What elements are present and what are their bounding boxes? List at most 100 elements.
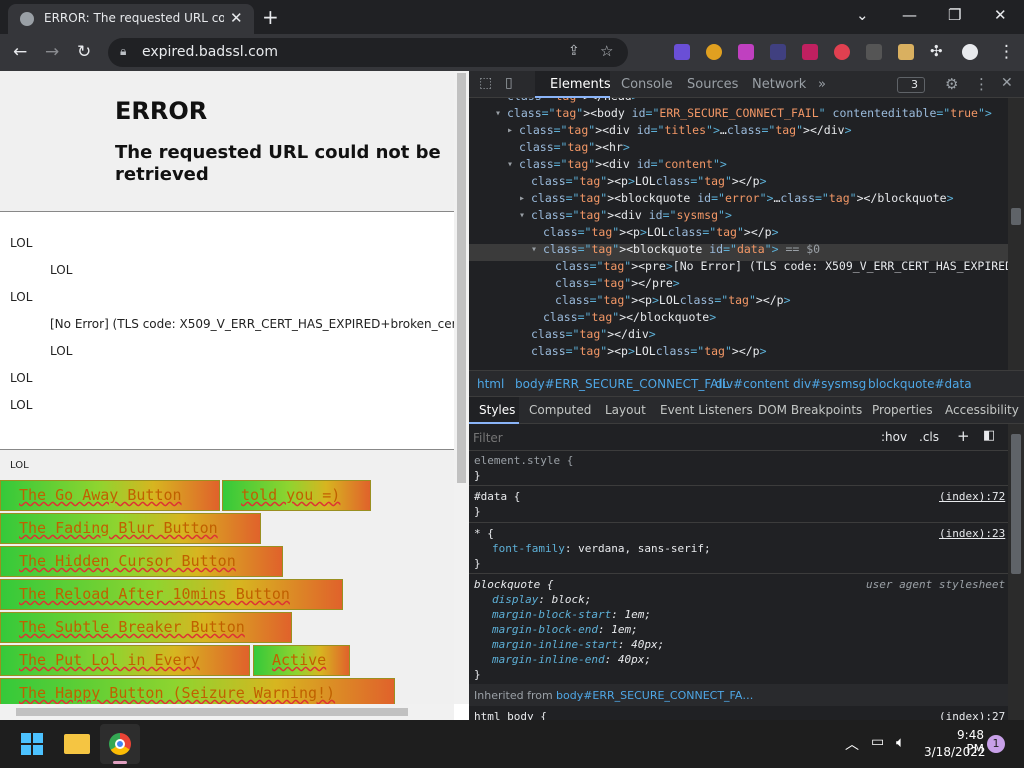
tab-close-icon[interactable]: ✕ — [230, 9, 243, 27]
dom-node-line[interactable]: ▾ class="tag"><div id="sysmsg"> — [519, 207, 732, 224]
extension-icon[interactable] — [770, 44, 786, 60]
expand-triangle-icon[interactable]: ▾ — [507, 156, 513, 173]
css-declaration[interactable]: margin-block-end: 1em; — [492, 622, 638, 637]
fading-blur-button[interactable]: The Fading Blur Button — [0, 513, 261, 544]
dom-node-line[interactable]: class="tag"></div> — [531, 326, 656, 343]
scrollbar-thumb[interactable] — [1011, 434, 1021, 574]
device-toolbar-icon[interactable]: ▯ — [505, 75, 513, 91]
told-you-button[interactable]: told you =) — [222, 480, 371, 511]
tab-accessibility[interactable]: Accessibility — [945, 403, 1019, 417]
close-window-button[interactable]: ✕ — [994, 6, 1007, 24]
extension-icon[interactable] — [738, 44, 754, 60]
styles-scrollbar[interactable] — [1008, 424, 1024, 720]
styles-filter-input[interactable] — [473, 428, 869, 447]
puzzle-icon[interactable]: ✣ — [930, 42, 943, 60]
scrollbar-thumb[interactable] — [16, 708, 408, 716]
data-rule-selector[interactable]: #data { — [474, 489, 520, 504]
close-devtools-icon[interactable]: ✕ — [1001, 75, 1013, 91]
show-hidden-icons-chevron[interactable]: ︿ — [845, 734, 859, 754]
tab-console[interactable]: Console — [621, 77, 673, 92]
breadcrumb-data[interactable]: blockquote#data — [868, 377, 972, 391]
breadcrumb-sysmsg[interactable]: div#sysmsg — [793, 377, 866, 391]
star-rule-source-link[interactable]: (index):23 — [939, 526, 1005, 541]
dom-node-line[interactable]: class="tag"><p>LOLclass="tag"></p> — [531, 343, 767, 360]
breadcrumb-body[interactable]: body#ERR_SECURE_CONNECT_FAIL — [515, 377, 729, 391]
page-horizontal-scrollbar[interactable] — [0, 704, 454, 720]
dom-node-line[interactable]: ▸ class="tag"><div id="titles">…class="ta… — [507, 122, 852, 139]
toggle-sidebar-icon[interactable]: ◧ — [983, 428, 995, 443]
windows-start-icon[interactable] — [21, 733, 43, 755]
html-body-source-link[interactable]: (index):27 — [939, 709, 1005, 720]
dom-tree-scrollbar[interactable] — [1008, 98, 1024, 370]
menu-kebab-icon[interactable]: ⋮ — [998, 42, 1015, 62]
new-tab-button[interactable]: + — [262, 5, 279, 29]
dom-node-line[interactable]: class="tag"><p>LOLclass="tag"></p> — [543, 224, 779, 241]
element-style-selector[interactable]: element.style { — [474, 453, 573, 468]
reload-after-button[interactable]: The Reload After 10mins Button — [0, 579, 343, 610]
html-body-rule-selector[interactable]: html body { — [474, 709, 547, 720]
dom-node-line[interactable]: class="tag"><hr> — [519, 139, 630, 156]
address-bar[interactable]: 🔒︎ expired.badssl.com ⇪ ☆ — [108, 38, 628, 67]
back-icon[interactable]: ← — [13, 42, 27, 62]
extension-icon[interactable] — [706, 44, 722, 60]
hidden-cursor-button[interactable]: The Hidden Cursor Button — [0, 546, 283, 577]
share-icon[interactable]: ⇪ — [568, 43, 580, 59]
go-away-button[interactable]: The Go Away Button — [0, 480, 220, 511]
more-tabs-icon[interactable]: » — [818, 77, 826, 92]
dom-node-line[interactable]: ▸ class="tag"><blockquote id="error">…cla… — [519, 190, 954, 207]
lock-icon[interactable]: 🔒︎ — [120, 44, 126, 59]
expand-triangle-icon[interactable]: ▾ — [495, 105, 501, 122]
clock-date[interactable]: 3/18/2022 — [924, 745, 986, 759]
inspect-element-icon[interactable]: ⬚ — [479, 75, 492, 91]
dom-node-line[interactable]: class="tag"></head> — [507, 98, 639, 105]
devtools-menu-icon[interactable]: ⋮ — [974, 75, 989, 93]
reload-icon[interactable]: ↻ — [77, 42, 91, 62]
scrollbar-thumb[interactable] — [1011, 208, 1021, 225]
tab-computed[interactable]: Computed — [529, 403, 591, 417]
inherited-from-link[interactable]: body#ERR_SECURE_CONNECT_FA… — [556, 688, 753, 703]
tab-elements[interactable]: Elements — [550, 77, 611, 92]
issues-badge[interactable]: 3 — [897, 77, 925, 93]
expand-triangle-icon[interactable]: ▾ — [519, 207, 525, 224]
subtle-breaker-button[interactable]: The Subtle Breaker Button — [0, 612, 292, 643]
network-icon[interactable]: ▭ — [871, 734, 884, 750]
tab-dom-breakpoints[interactable]: DOM Breakpoints — [758, 403, 862, 417]
chrome-taskbar-button[interactable] — [100, 724, 140, 764]
extension-icon[interactable] — [866, 44, 882, 60]
expand-triangle-icon[interactable]: ▾ — [531, 241, 537, 258]
dom-node-line[interactable]: class="tag"><pre>[No Error] (TLS code: X… — [555, 258, 1008, 275]
volume-icon[interactable]: 🔈︎ — [896, 733, 905, 751]
tab-properties[interactable]: Properties — [872, 403, 933, 417]
restore-button[interactable]: ❐ — [948, 6, 961, 24]
collapse-triangle-icon[interactable]: ▸ — [519, 190, 525, 207]
tab-search-icon[interactable]: ⌄ — [856, 6, 869, 24]
dom-node-line[interactable]: ▾ class="tag"><body id="ERR_SECURE_CONNEC… — [495, 105, 992, 122]
extension-icon[interactable] — [898, 44, 914, 60]
tab-event-listeners[interactable]: Event Listeners — [660, 403, 753, 417]
page-vertical-scrollbar[interactable] — [454, 71, 469, 704]
css-declaration[interactable]: margin-inline-end: 40px; — [492, 652, 651, 667]
blockquote-rule-selector[interactable]: blockquote { — [474, 577, 553, 592]
dom-node-line[interactable]: class="tag"><p>LOLclass="tag"></p> — [555, 292, 791, 309]
hov-toggle[interactable]: :hov — [881, 430, 907, 444]
extension-icon[interactable] — [802, 44, 818, 60]
emoji-extension-icon[interactable] — [834, 44, 850, 60]
active-button[interactable]: Active — [253, 645, 350, 676]
minimize-button[interactable]: — — [902, 6, 917, 24]
tab-sources[interactable]: Sources — [687, 77, 738, 92]
tab-layout[interactable]: Layout — [605, 403, 646, 417]
bookmark-star-icon[interactable]: ☆ — [600, 42, 613, 60]
dom-node-line[interactable]: ▾ class="tag"><blockquote id="data"> == $… — [531, 241, 820, 258]
profile-avatar[interactable] — [962, 44, 978, 60]
file-explorer-icon[interactable] — [64, 734, 90, 754]
css-declaration[interactable]: font-family: verdana, sans-serif; — [492, 541, 711, 556]
data-rule-source-link[interactable]: (index):72 — [939, 489, 1005, 504]
cls-toggle[interactable]: .cls — [919, 430, 939, 444]
css-declaration[interactable]: display: block; — [492, 592, 591, 607]
breadcrumb-html[interactable]: html — [477, 377, 504, 391]
dom-node-line[interactable]: class="tag"><p>LOLclass="tag"></p> — [531, 173, 767, 190]
star-rule-selector[interactable]: * { — [474, 526, 494, 541]
dom-node-line[interactable]: class="tag"></pre> — [555, 275, 680, 292]
collapse-triangle-icon[interactable]: ▸ — [507, 122, 513, 139]
breadcrumb-content[interactable]: div#content — [715, 377, 789, 391]
